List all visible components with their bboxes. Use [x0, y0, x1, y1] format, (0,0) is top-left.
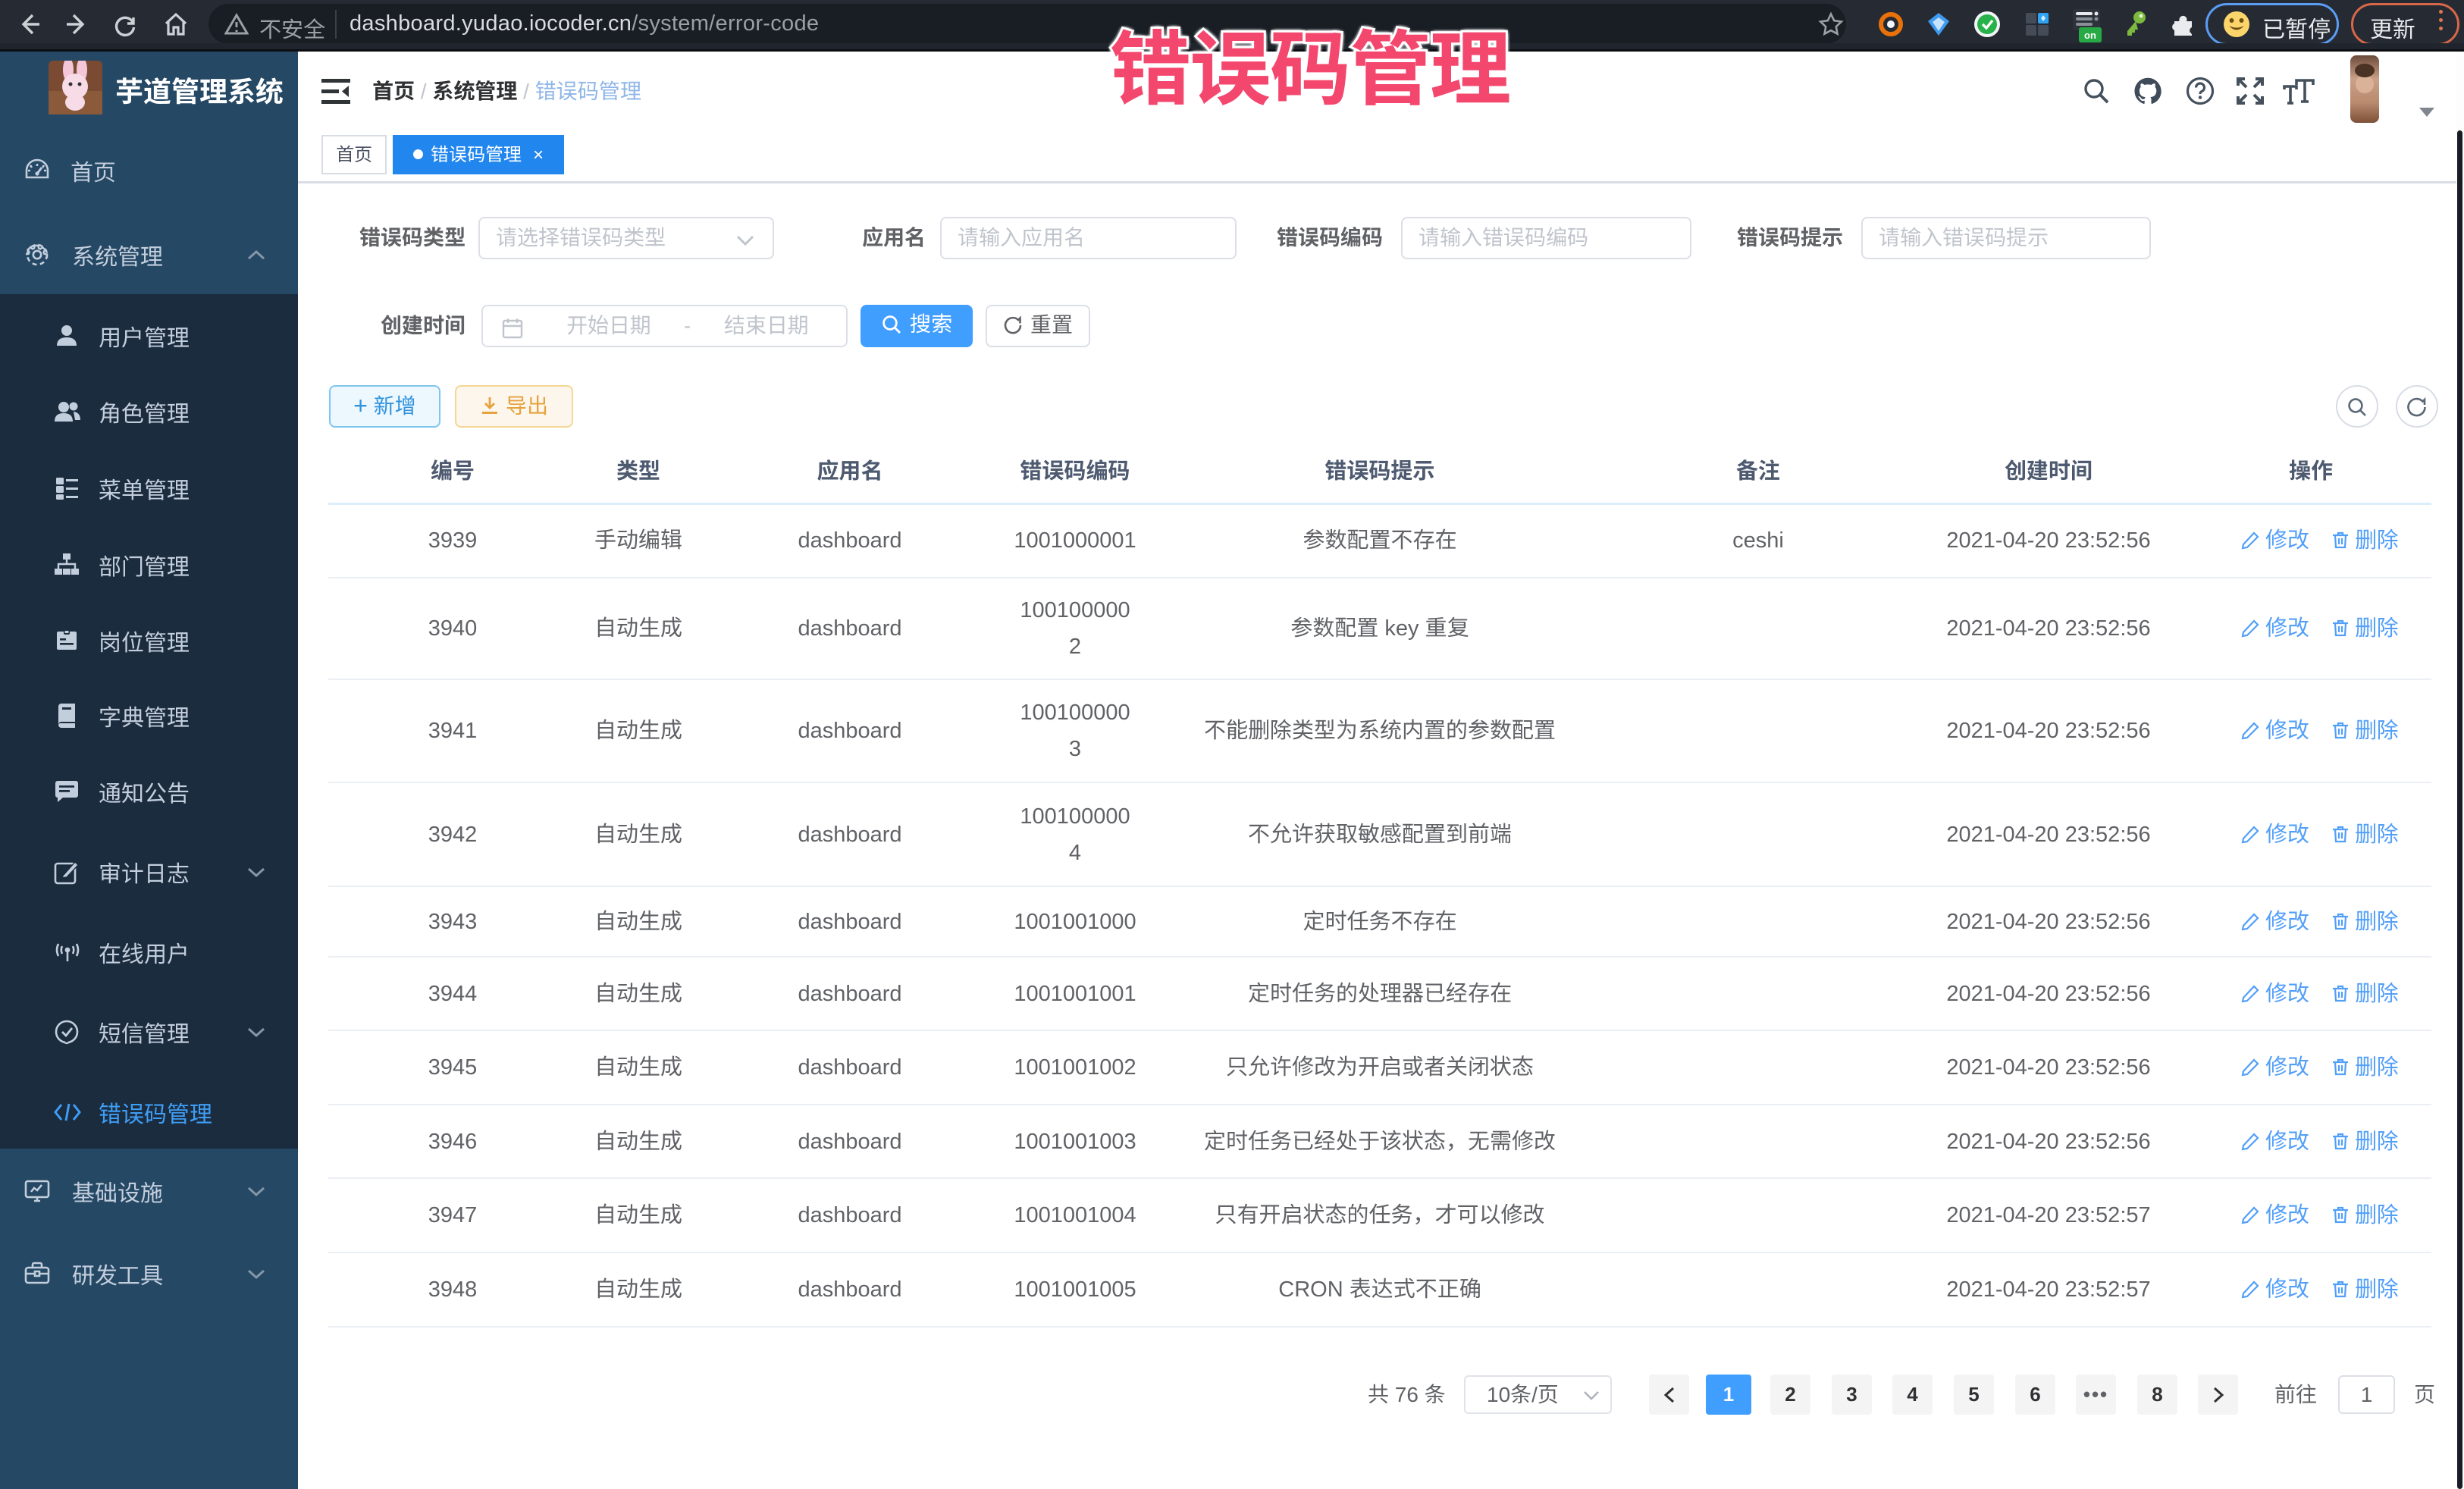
- svg-text:on: on: [2084, 30, 2096, 41]
